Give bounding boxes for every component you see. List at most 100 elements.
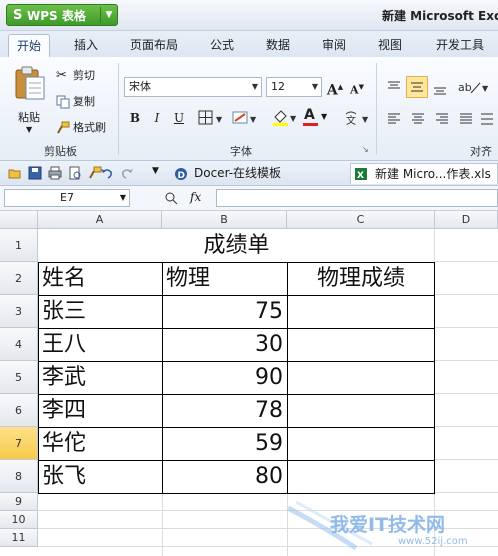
header-cell-name[interactable]: 姓名 — [42, 262, 86, 295]
name-cell[interactable]: 王八 — [42, 328, 86, 361]
name-cell[interactable]: 华佗 — [42, 427, 86, 460]
chevron-down-icon[interactable]: ▼ — [100, 7, 117, 23]
dialog-launcher-icon[interactable]: ↘ — [362, 145, 369, 154]
grow-font-button[interactable]: A▲ — [326, 78, 344, 99]
borders-icon[interactable]: ▼ — [198, 110, 226, 126]
underline-button[interactable]: U — [170, 109, 188, 127]
table-border — [434, 262, 435, 494]
tab-data[interactable]: 数据 — [258, 34, 298, 57]
chevron-down-icon: ▼ — [119, 193, 126, 202]
print-icon[interactable] — [48, 166, 62, 180]
align-bottom-icon[interactable] — [432, 81, 448, 97]
distributed-align-icon[interactable] — [480, 111, 494, 127]
row-header-8[interactable]: 8 — [0, 460, 38, 493]
fill-color-icon[interactable]: ▼ — [272, 109, 300, 127]
row-header-1[interactable]: 1 — [0, 229, 38, 262]
bold-button[interactable]: B — [126, 109, 144, 127]
wps-app-menu-button[interactable]: S WPS 表格 ▼ — [6, 4, 118, 26]
align-top-icon[interactable] — [386, 79, 402, 95]
cell-style-icon[interactable]: ▼ — [232, 110, 260, 126]
row-header-11[interactable]: 11 — [0, 529, 38, 547]
tab-page-layout[interactable]: 页面布局 — [122, 34, 186, 57]
chevron-down-icon: ▼ — [251, 82, 259, 91]
open-folder-icon[interactable] — [8, 166, 22, 180]
tab-review[interactable]: 审阅 — [314, 34, 354, 57]
physics-cell[interactable]: 30 — [162, 328, 283, 361]
physics-cell[interactable]: 75 — [162, 295, 283, 328]
italic-button[interactable]: I — [148, 109, 166, 127]
copy-button[interactable]: 复制 — [56, 93, 95, 109]
paste-button[interactable]: 粘贴 ▼ — [10, 63, 50, 135]
physics-cell[interactable]: 80 — [162, 460, 283, 493]
align-left-icon[interactable] — [386, 111, 402, 127]
gridline — [435, 327, 498, 328]
align-right-icon[interactable] — [434, 111, 450, 127]
customize-toolbar-icon[interactable]: ▼ — [152, 166, 159, 176]
svg-text:ab: ab — [458, 81, 472, 94]
shrink-font-icon: A — [350, 83, 359, 97]
svg-text:▼: ▼ — [250, 115, 257, 124]
site-watermark: 我爱IT技术网 www.52ij.com — [286, 498, 496, 554]
physics-cell[interactable]: 78 — [162, 394, 283, 427]
gridline — [162, 493, 163, 556]
align-middle-icon — [411, 82, 423, 92]
header-cell-physics[interactable]: 物理 — [166, 262, 210, 295]
pinyin-guide-icon[interactable]: 文 ▼ — [344, 110, 372, 126]
tab-insert[interactable]: 插入 — [66, 34, 106, 57]
sheet-title-cell[interactable]: 成绩单 — [38, 229, 435, 262]
font-size-select[interactable]: 12 ▼ — [266, 77, 322, 97]
name-box[interactable]: E7 ▼ — [4, 189, 130, 207]
row-header-3[interactable]: 3 — [0, 295, 38, 328]
tab-developer[interactable]: 开发工具 — [428, 34, 492, 57]
ribbon-tab-bar: 开始 插入 页面布局 公式 数据 审阅 视图 开发工具 — [0, 31, 498, 58]
physics-cell[interactable]: 90 — [162, 361, 283, 394]
svg-text:X: X — [357, 171, 364, 181]
gridline — [435, 393, 498, 394]
row-header-6[interactable]: 6 — [0, 394, 38, 427]
table-border — [287, 262, 288, 494]
header-cell-physics-grade[interactable]: 物理成绩 — [287, 262, 435, 295]
row-header-10[interactable]: 10 — [0, 511, 38, 529]
column-header-a[interactable]: A — [38, 211, 162, 229]
doc-tab-workbook[interactable]: X 新建 Micro...作表.xls — [350, 163, 498, 184]
align-middle-button[interactable] — [406, 76, 428, 98]
formula-input[interactable] — [216, 189, 498, 207]
row-header-7[interactable]: 7 — [0, 427, 38, 460]
name-cell[interactable]: 李四 — [42, 394, 86, 427]
clipboard-icon — [15, 66, 45, 100]
tab-home[interactable]: 开始 — [8, 34, 51, 58]
name-cell[interactable]: 张三 — [42, 295, 86, 328]
print-preview-icon[interactable] — [68, 166, 82, 180]
justify-icon[interactable] — [458, 111, 474, 127]
select-all-corner[interactable] — [0, 211, 38, 229]
undo-icon[interactable] — [100, 166, 114, 180]
format-painter-button[interactable]: 格式刷 — [56, 119, 106, 135]
name-cell[interactable]: 张飞 — [42, 460, 86, 493]
doc-tab-docer[interactable]: D Docer-在线模板 — [172, 163, 342, 184]
font-color-button[interactable]: A ▼ — [302, 107, 330, 127]
gridline — [435, 426, 498, 427]
cut-button[interactable]: ✂ 剪切 — [56, 67, 95, 83]
insert-function-button[interactable]: fx — [190, 190, 201, 204]
title-bar: S WPS 表格 ▼ 新建 Microsoft Exce — [0, 0, 498, 31]
column-header-d[interactable]: D — [435, 211, 498, 229]
row-header-2[interactable]: 2 — [0, 262, 38, 295]
column-header-c[interactable]: C — [287, 211, 435, 229]
redo-icon[interactable] — [120, 166, 134, 180]
zoom-formula-icon[interactable] — [164, 191, 178, 205]
save-icon[interactable] — [28, 166, 42, 180]
row-header-9[interactable]: 9 — [0, 493, 38, 511]
watermark-text: 我爱IT技术网 — [330, 514, 446, 536]
text-direction-icon[interactable]: ab ▼ — [458, 79, 488, 95]
row-header-4[interactable]: 4 — [0, 328, 38, 361]
physics-cell[interactable]: 59 — [162, 427, 283, 460]
align-center-icon[interactable] — [410, 111, 426, 127]
chevron-down-icon: ▼ — [321, 112, 328, 121]
column-header-b[interactable]: B — [162, 211, 287, 229]
name-cell[interactable]: 李武 — [42, 361, 86, 394]
font-name-select[interactable]: 宋体 ▼ — [124, 77, 262, 97]
tab-formulas[interactable]: 公式 — [202, 34, 242, 57]
row-header-5[interactable]: 5 — [0, 361, 38, 394]
tab-view[interactable]: 视图 — [370, 34, 410, 57]
shrink-font-button[interactable]: A▼ — [348, 78, 366, 97]
